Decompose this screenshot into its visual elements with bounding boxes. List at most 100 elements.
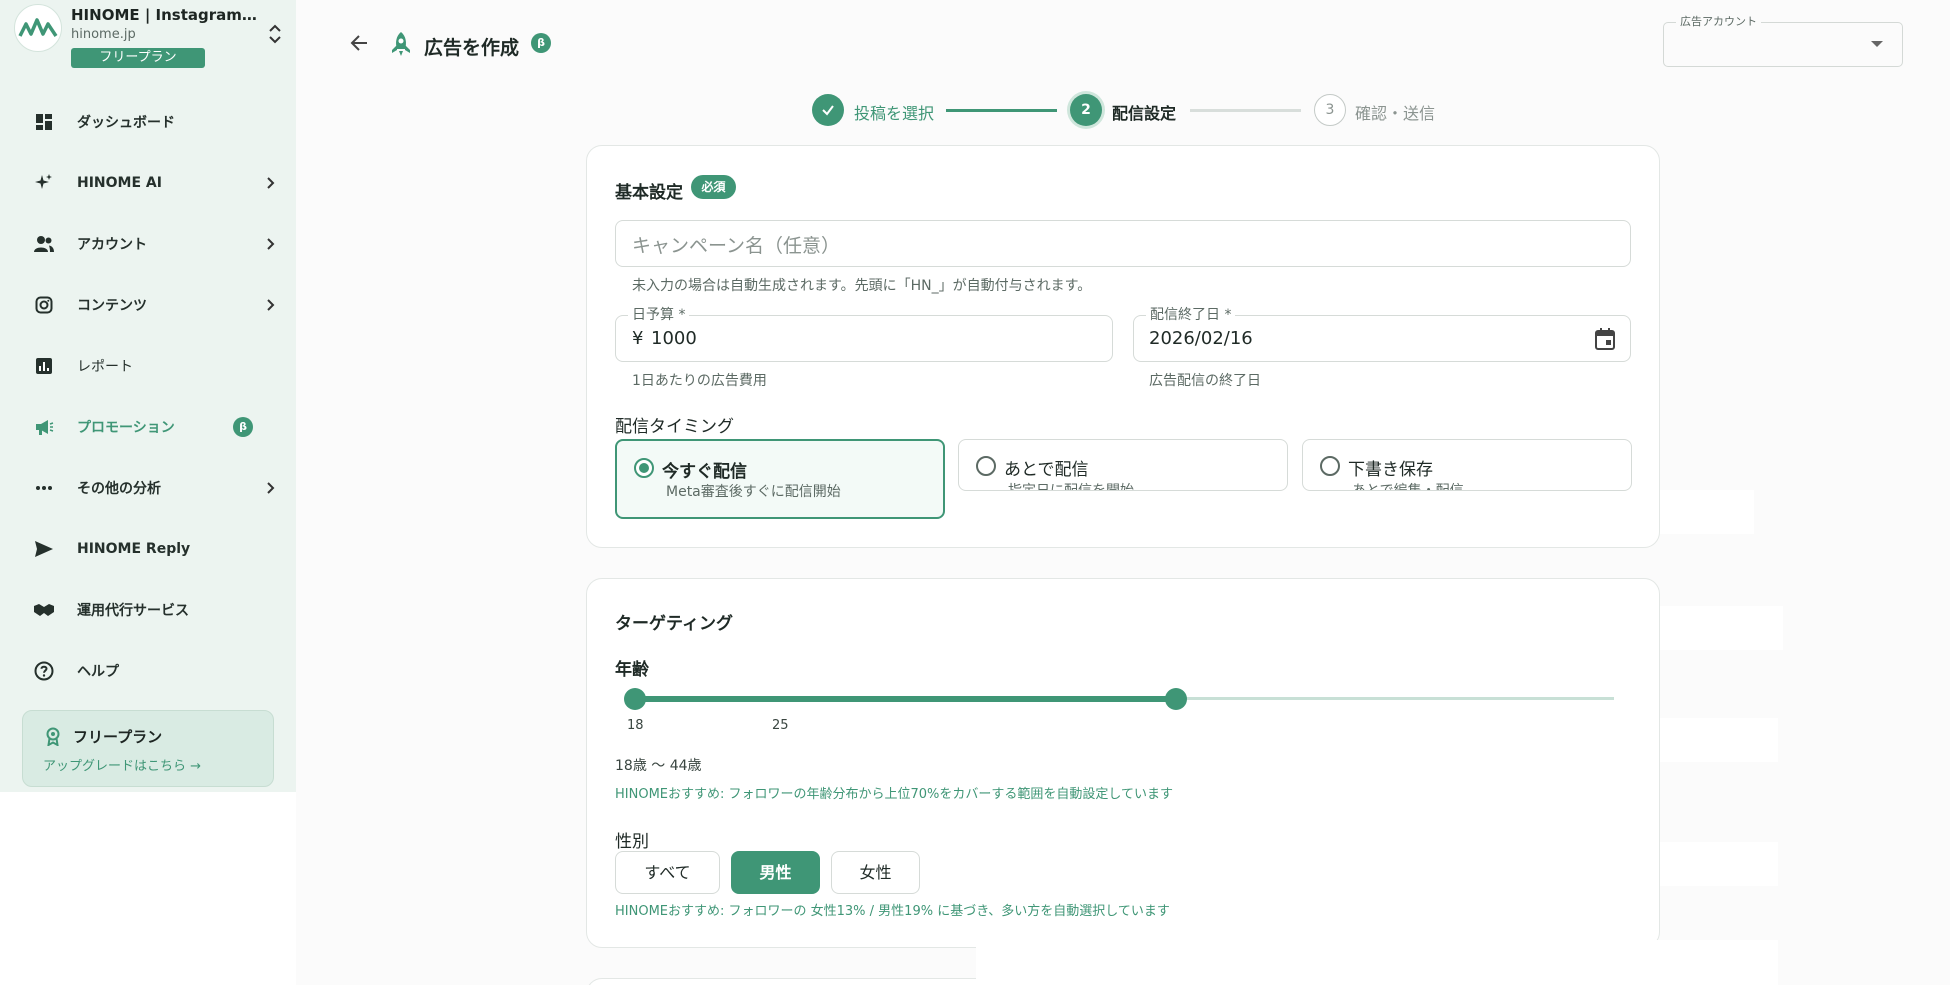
end-date-helper: 広告配信の終了日	[1149, 373, 1261, 389]
step-3-circle: 3	[1314, 94, 1346, 126]
dashboard-icon	[33, 111, 55, 133]
page-title: 広告を作成	[424, 37, 520, 59]
brand-logo	[14, 4, 62, 52]
sidebar-item-label: ダッシュボード	[77, 115, 175, 131]
handshake-icon	[33, 599, 55, 621]
timing-option-draft[interactable]: 下書き保存 あとで編集・配信	[1302, 439, 1632, 491]
sidebar-item-other-analysis[interactable]: その他の分析	[0, 466, 296, 510]
sidebar-item-hinome-reply[interactable]: HINOME Reply	[0, 527, 296, 571]
gender-option-all[interactable]: すべて	[615, 851, 720, 894]
rendering-artifact	[1660, 490, 1754, 534]
rendering-artifact	[976, 940, 1778, 985]
end-date-value: 2026/02/16	[1149, 328, 1253, 349]
age-tick-label: 25	[772, 718, 789, 733]
step-1-label: 投稿を選択	[854, 104, 935, 123]
sidebar: HINOME | Instagram分析... hinome.jp フリープラン…	[0, 0, 296, 792]
upgrade-link[interactable]: アップグレードはこちら →	[43, 755, 201, 774]
timing-option-later[interactable]: あとで配信 指定日に配信を開始	[958, 439, 1288, 491]
timing-option-now[interactable]: 今すぐ配信 Meta審査後すぐに配信開始	[615, 439, 945, 519]
age-recommendation: HINOMEおすすめ: フォロワーの年齢分布から上位70%をカバーする範囲を自動…	[615, 787, 1174, 802]
timing-option-desc: あとで編集・配信	[1352, 483, 1464, 491]
rocket-icon	[392, 32, 410, 56]
sidebar-item-contents[interactable]: コンテンツ	[0, 283, 296, 327]
sidebar-item-label: 運用代行サービス	[77, 603, 189, 619]
age-slider-max-thumb[interactable]	[1165, 688, 1187, 710]
account-switcher[interactable]: HINOME | Instagram分析... hinome.jp フリープラン	[14, 4, 284, 68]
basic-settings-title: 基本設定	[615, 183, 683, 203]
chevron-right-icon	[267, 482, 275, 494]
radio-button[interactable]	[976, 456, 996, 476]
daily-budget-helper: 1日あたりの広告費用	[632, 373, 767, 389]
brand-name: HINOME | Instagram分析...	[71, 6, 271, 24]
age-range-text: 18歳 〜 44歳	[615, 758, 702, 774]
sidebar-item-report[interactable]: レポート	[0, 344, 296, 388]
megaphone-icon	[33, 416, 55, 438]
targeting-title: ターゲティング	[615, 614, 733, 634]
brand-domain: hinome.jp	[71, 27, 136, 42]
step-2-circle: 2	[1070, 94, 1102, 126]
expand-collapse-icon	[269, 24, 281, 44]
award-icon	[46, 727, 60, 746]
sidebar-item-label: レポート	[77, 359, 133, 375]
sidebar-item-label: HINOME Reply	[77, 541, 191, 557]
sidebar-item-account[interactable]: アカウント	[0, 222, 296, 266]
step-connector	[1190, 109, 1301, 112]
required-badge: 必須	[691, 175, 736, 199]
sidebar-item-label: その他の分析	[77, 481, 161, 497]
sidebar-item-label: コンテンツ	[77, 298, 147, 314]
age-tick-label: 18	[627, 718, 644, 733]
dropdown-caret-icon	[1871, 41, 1883, 47]
timing-option-desc: Meta審査後すぐに配信開始	[666, 484, 841, 500]
calendar-icon[interactable]	[1594, 327, 1616, 351]
sidebar-item-help[interactable]: ヘルプ	[0, 649, 296, 693]
step-2-label: 配信設定	[1112, 104, 1177, 123]
sidebar-item-promotion[interactable]: プロモーション β	[0, 405, 296, 449]
step-3-label: 確認・送信	[1355, 104, 1436, 123]
timing-option-title: 下書き保存	[1348, 460, 1433, 480]
back-arrow-icon[interactable]	[347, 32, 373, 54]
rendering-artifact	[1660, 842, 1778, 886]
step-1-circle	[812, 94, 844, 126]
radio-button[interactable]	[1320, 456, 1340, 476]
daily-budget-value: 1000	[651, 328, 697, 349]
step-connector	[946, 109, 1057, 112]
sidebar-item-label: ヘルプ	[77, 664, 119, 680]
beta-badge: β	[531, 33, 551, 53]
timing-title: 配信タイミング	[615, 417, 734, 437]
age-slider-min-thumb[interactable]	[624, 688, 646, 710]
timing-option-desc: 指定日に配信を開始	[1008, 483, 1134, 491]
sidebar-item-label: アカウント	[77, 237, 147, 253]
plan-badge: フリープラン	[71, 48, 205, 68]
send-icon	[33, 538, 55, 560]
sparkle-icon	[33, 172, 55, 194]
beta-badge: β	[233, 417, 253, 437]
chevron-right-icon	[267, 299, 275, 311]
end-date-label: 配信終了日 *	[1146, 304, 1236, 324]
campaign-name-helper: 未入力の場合は自動生成されます。先頭に「HN_」が自動付与されます。	[632, 278, 1092, 294]
people-icon	[33, 233, 55, 255]
more-icon	[33, 477, 55, 499]
chevron-right-icon	[267, 238, 275, 250]
age-slider-fill	[634, 696, 1175, 702]
chevron-right-icon	[267, 177, 275, 189]
upgrade-title: フリープラン	[73, 728, 163, 746]
sidebar-item-dashboard[interactable]: ダッシュボード	[0, 100, 296, 144]
gender-title: 性別	[615, 832, 649, 852]
instagram-icon	[33, 294, 55, 316]
gender-option-female[interactable]: 女性	[831, 851, 920, 894]
sidebar-item-hinome-ai[interactable]: HINOME AI	[0, 161, 296, 205]
radio-button[interactable]	[634, 458, 654, 478]
check-icon	[822, 105, 834, 116]
upgrade-card[interactable]: フリープラン アップグレードはこちら →	[22, 710, 274, 787]
timing-option-title: あとで配信	[1004, 460, 1089, 480]
rendering-artifact	[1660, 718, 1778, 762]
sidebar-item-label: HINOME AI	[77, 175, 162, 191]
currency-prefix: ¥	[632, 328, 644, 349]
gender-option-male[interactable]: 男性	[731, 851, 820, 894]
rendering-artifact	[1660, 606, 1783, 650]
help-icon	[33, 660, 55, 682]
sidebar-item-agency-service[interactable]: 運用代行サービス	[0, 588, 296, 632]
chart-icon	[33, 355, 55, 377]
campaign-name-placeholder: キャンペーン名（任意）	[632, 235, 841, 257]
daily-budget-label: 日予算 *	[628, 304, 690, 324]
